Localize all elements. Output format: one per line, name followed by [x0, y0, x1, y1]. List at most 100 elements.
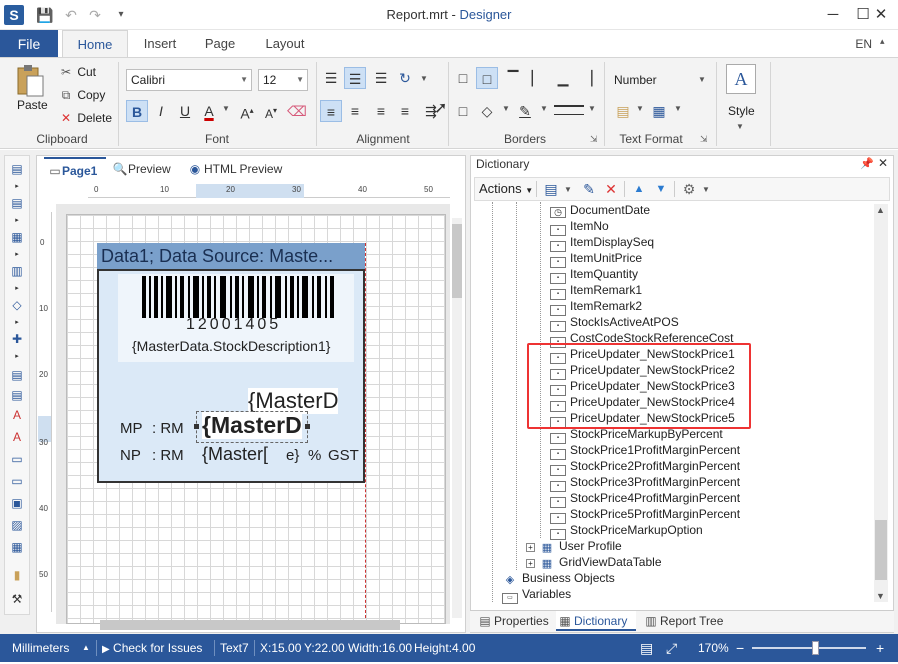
chevron-down-icon[interactable]: ▼	[540, 104, 548, 113]
dictionary-item[interactable]: ▪ ItemDisplaySeq	[550, 234, 654, 252]
chevron-down-icon[interactable]: ▼	[502, 104, 510, 113]
dictionary-item[interactable]: ◷ DocumentDate	[550, 202, 650, 218]
all-borders-icon[interactable]: □	[452, 67, 474, 89]
dictionary-item[interactable]: ▪ StockPriceMarkupOption	[550, 522, 703, 540]
right-border-icon[interactable]: ▕	[576, 67, 598, 89]
dictionary-item[interactable]: ▪ StockPrice5ProfitMarginPercent	[550, 506, 740, 524]
text-component-icon[interactable]: ▤	[8, 366, 26, 384]
zoom-slider[interactable]	[752, 641, 866, 655]
text-format-select[interactable]: Number	[614, 73, 657, 87]
settings-gear-icon[interactable]: ⚙	[678, 178, 700, 200]
undo-icon[interactable]: ↶	[62, 6, 80, 24]
dictionary-item[interactable]: ▪ ItemQuantity	[550, 266, 638, 284]
redo-icon[interactable]: ↷	[86, 6, 104, 24]
close-panel-icon[interactable]: ✕	[878, 156, 888, 170]
component-icon[interactable]: ✚	[8, 330, 26, 348]
zoom-in-icon[interactable]: +	[876, 634, 884, 662]
align-middle-icon[interactable]: ☰	[344, 67, 366, 89]
justify-icon[interactable]: ≡	[394, 100, 416, 122]
chevron-down-icon[interactable]: ▼	[736, 122, 744, 131]
delete-button[interactable]: ✕ Delete	[58, 111, 112, 125]
font-size-select[interactable]: 12 ▼	[258, 69, 308, 91]
chevron-up-icon[interactable]: ▲	[82, 634, 90, 662]
chevron-down-icon[interactable]: ▼	[698, 75, 706, 84]
dictionary-item[interactable]: ▪ StockIsActiveAtPOS	[550, 314, 679, 332]
chevron-down-icon[interactable]: ▼	[222, 104, 230, 113]
actions-menu[interactable]: Actions ▼	[479, 181, 533, 196]
chart-icon[interactable]: ▮	[8, 566, 26, 584]
tab-layout[interactable]: Layout	[254, 30, 316, 58]
customize-qa-icon[interactable]: ▾	[112, 6, 130, 24]
system-text-icon[interactable]: A	[8, 428, 26, 446]
chevron-down-icon[interactable]: ▼	[702, 185, 710, 194]
group-band-icon[interactable]: ◇	[8, 296, 26, 314]
pin-icon[interactable]: 📌	[860, 157, 874, 170]
page-view-icon[interactable]: ▤	[640, 634, 653, 662]
chevron-right-icon[interactable]: ▸	[8, 348, 26, 366]
chevron-down-icon[interactable]: ▼	[564, 185, 572, 194]
selected-text-component[interactable]	[196, 411, 308, 443]
tab-page1[interactable]: ▭Page1	[44, 157, 106, 181]
dictionary-item[interactable]: + ▦ User Profile	[526, 538, 622, 555]
dictionary-scroll-thumb[interactable]	[875, 520, 887, 580]
dialog-launcher-icon[interactable]: ⇲	[700, 134, 708, 145]
tab-dictionary[interactable]: ▦ Dictionary	[556, 611, 636, 631]
dictionary-item[interactable]: ▪ ItemNo	[550, 218, 609, 236]
align-right-icon[interactable]: ≡	[370, 100, 392, 122]
collapse-ribbon-icon[interactable]: ▴	[880, 36, 885, 47]
scroll-up-icon[interactable]: ▲	[876, 205, 885, 215]
tools-icon[interactable]: ⚒	[8, 590, 26, 608]
border-shadow-icon[interactable]: □	[452, 100, 474, 122]
tab-insert[interactable]: Insert	[132, 30, 188, 58]
delete-item-icon[interactable]: ✕	[600, 178, 622, 200]
italic-button[interactable]: I	[150, 100, 172, 122]
designer-vertical-scroll-thumb[interactable]	[452, 224, 462, 298]
dictionary-item[interactable]: ▪ ItemRemark2	[550, 298, 642, 316]
move-down-icon[interactable]: ▼	[650, 178, 672, 200]
shrink-font-button[interactable]: A▾	[260, 100, 282, 122]
bottom-border-icon[interactable]: ▁	[552, 67, 574, 89]
currency-format-icon[interactable]: ▤	[612, 100, 634, 122]
dialog-launcher-icon[interactable]: ⇲	[590, 134, 598, 145]
subreport-icon[interactable]: ▣	[8, 494, 26, 512]
dictionary-item[interactable]: ▪ StockPrice1ProfitMarginPercent	[550, 442, 740, 460]
tab-report-tree[interactable]: ▥ Report Tree	[642, 611, 728, 631]
style-button[interactable]: Style	[728, 104, 755, 118]
dictionary-item[interactable]: ▪ StockPrice3ProfitMarginPercent	[550, 474, 740, 492]
copy-button[interactable]: ⧉ Copy	[58, 88, 106, 103]
paste-button[interactable]: Paste	[17, 98, 48, 112]
container-icon[interactable]: ▭	[8, 472, 26, 490]
minimize-button[interactable]: ─	[818, 0, 848, 30]
expand-icon[interactable]: +	[526, 559, 535, 568]
border-style-icon[interactable]	[554, 105, 584, 115]
table-icon[interactable]: ▦	[8, 538, 26, 556]
check-issues-button[interactable]: ▶ Check for Issues	[102, 634, 202, 664]
save-icon[interactable]: 💾	[36, 6, 54, 24]
panel-icon[interactable]: ▭	[8, 450, 26, 468]
zoom-slider-thumb[interactable]	[811, 641, 819, 655]
style-gallery-icon[interactable]: A	[726, 64, 756, 94]
scroll-down-icon[interactable]: ▼	[876, 591, 885, 601]
font-family-select[interactable]: Calibri ▼	[126, 69, 252, 91]
designer-horizontal-scroll-thumb[interactable]	[100, 620, 400, 630]
left-border-icon[interactable]: ▏	[526, 67, 548, 89]
dictionary-item[interactable]: ◈ Business Objects	[502, 570, 615, 587]
move-up-icon[interactable]: ▲	[628, 178, 650, 200]
tab-html-preview[interactable]: ◉ HTML Preview	[186, 157, 286, 181]
align-bottom-icon[interactable]: ☰	[370, 67, 392, 89]
dictionary-item[interactable]: ▭ Variables	[502, 586, 571, 604]
edit-item-icon[interactable]: ✎	[578, 178, 600, 200]
paste-icon[interactable]	[14, 64, 46, 98]
top-border-icon[interactable]: ▔	[502, 67, 524, 89]
stock-description-field[interactable]: {MasterData.StockDescription1}	[132, 338, 330, 354]
zoom-out-icon[interactable]: −	[736, 634, 744, 662]
align-left-icon[interactable]: ≡	[320, 100, 342, 122]
chevron-down-icon[interactable]: ▼	[636, 104, 644, 113]
tab-properties[interactable]: ▤ Properties	[476, 611, 552, 631]
align-center-icon[interactable]: ≡	[344, 100, 366, 122]
no-border-icon[interactable]: □	[476, 67, 498, 89]
text-in-cells-icon[interactable]: A	[8, 406, 26, 424]
fill-color-icon[interactable]: ◇	[476, 100, 498, 122]
resize-handle[interactable]	[305, 424, 310, 429]
fit-page-icon[interactable]: ⤢	[666, 634, 677, 662]
